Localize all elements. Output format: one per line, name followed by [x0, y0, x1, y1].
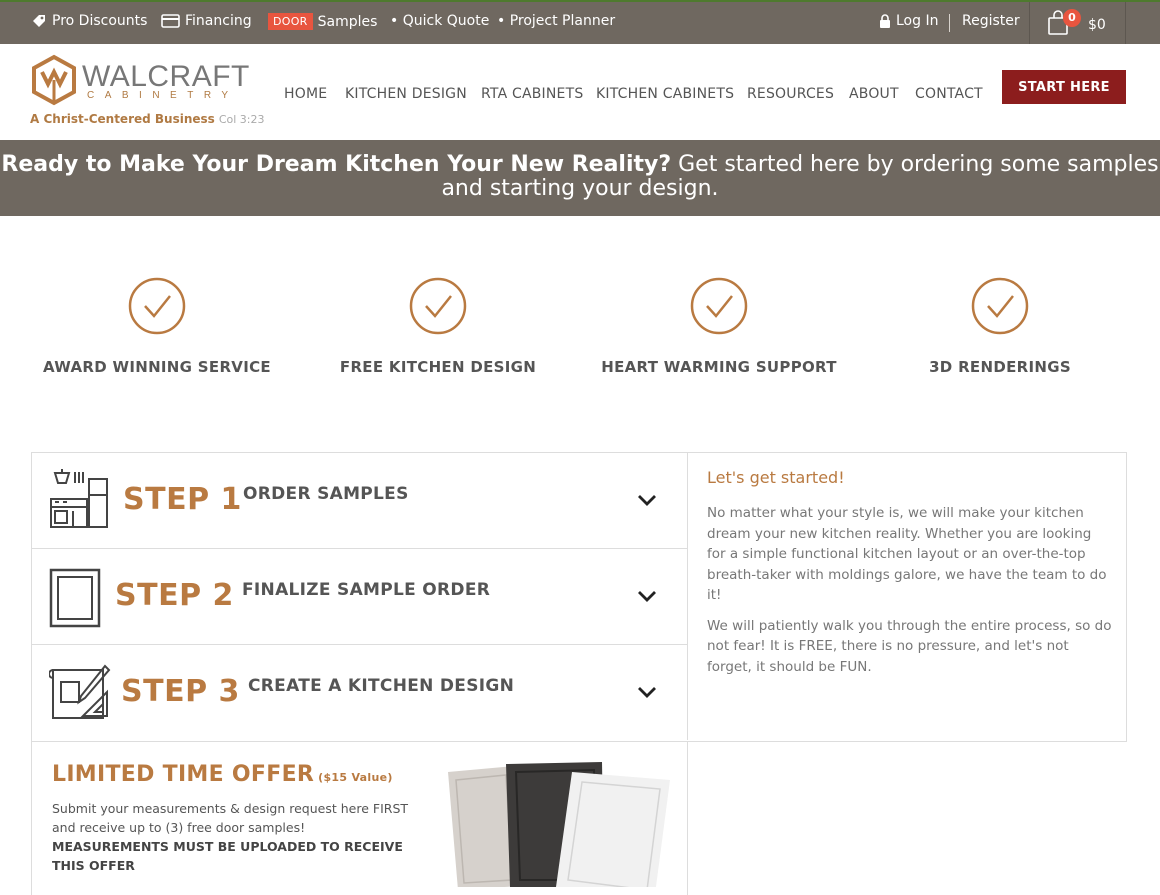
feature-item: FREE KITCHEN DESIGN	[298, 276, 578, 376]
check-circle-icon	[971, 277, 1029, 335]
step-number: STEP 1	[123, 482, 242, 517]
feature-title: 3D RENDERINGS	[929, 358, 1071, 376]
check-circle-icon	[690, 277, 748, 335]
credit-card-icon	[161, 14, 180, 28]
financing-link[interactable]: Financing	[161, 13, 252, 29]
tagline: A Christ-Centered Business Col 3:23	[30, 112, 264, 126]
door-samples-image	[448, 762, 670, 887]
cart-total-label: $0	[1088, 17, 1106, 33]
walcraft-logo-icon[interactable]	[30, 54, 78, 106]
offer-value: ($15 Value)	[318, 771, 393, 784]
limited-offer-panel: LIMITED TIME OFFER ($15 Value) Submit you…	[31, 742, 688, 895]
nav-about[interactable]: ABOUT	[849, 86, 899, 102]
check-circle-icon	[128, 277, 186, 335]
logo-wordmark[interactable]: WALCRAFT	[82, 60, 250, 94]
intro-title: Let's get started!	[707, 468, 845, 487]
offer-title: LIMITED TIME OFFER ($15 Value)	[52, 762, 393, 787]
tagline-text: A Christ-Centered Business	[30, 112, 215, 126]
pro-discounts-label: Pro Discounts	[52, 13, 148, 29]
step-2-accordion[interactable]: STEP 2 FINALIZE SAMPLE ORDER	[31, 548, 688, 644]
door-badge: DOOR	[268, 13, 313, 30]
step-3-accordion[interactable]: STEP 3 CREATE A KITCHEN DESIGN	[31, 644, 688, 740]
financing-label: Financing	[185, 13, 252, 29]
step-label: ORDER SAMPLES	[243, 484, 409, 504]
start-here-button[interactable]: START HERE	[1002, 70, 1126, 104]
register-link[interactable]: Register	[962, 13, 1020, 29]
login-link[interactable]: Log In	[879, 13, 938, 29]
feature-title: FREE KITCHEN DESIGN	[339, 358, 537, 376]
step-number: STEP 2	[115, 578, 234, 613]
feature-title: HEART WARMING SUPPORT	[601, 358, 837, 376]
feature-item: HEART WARMING SUPPORT	[579, 276, 859, 376]
nav-kitchen-cabinets[interactable]: KITCHEN CABINETS	[596, 86, 734, 102]
chevron-down-icon[interactable]	[637, 686, 657, 698]
step-label: CREATE A KITCHEN DESIGN	[248, 676, 515, 696]
chevron-down-icon[interactable]	[637, 494, 657, 506]
topbar-divider	[1029, 2, 1030, 44]
cart-total[interactable]: $0	[1088, 17, 1106, 33]
feature-item: AWARD WINNING SERVICE	[17, 276, 297, 376]
intro-panel: Let's get started! No matter what your s…	[707, 468, 1112, 687]
tag-icon	[33, 15, 45, 27]
quick-quote-label: • Quick Quote	[390, 13, 490, 29]
project-planner-label: • Project Planner	[497, 13, 616, 29]
step-number: STEP 3	[121, 674, 240, 709]
logo-subtitle: CABINETRY	[87, 90, 239, 101]
offer-description: Submit your measurements & design reques…	[52, 801, 409, 835]
topbar-separator	[949, 14, 950, 32]
project-planner-link[interactable]: • Project Planner	[497, 13, 615, 29]
door-panel-icon	[49, 568, 101, 628]
quick-quote-link[interactable]: • Quick Quote	[390, 13, 489, 29]
offer-requirement: MEASUREMENTS MUST BE UPLOADED TO RECEIVE…	[52, 839, 403, 873]
register-label: Register	[962, 13, 1020, 29]
banner-headline: Ready to Make Your Dream Kitchen Your Ne…	[1, 152, 672, 177]
door-samples-link[interactable]: DOOR Samples	[268, 13, 377, 30]
samples-label: Samples	[317, 13, 378, 30]
blueprint-icon	[49, 664, 111, 719]
nav-kitchen-design[interactable]: KITCHEN DESIGN	[345, 86, 467, 102]
intro-paragraph: No matter what your style is, we will ma…	[707, 505, 1107, 603]
check-circle-icon	[409, 277, 467, 335]
nav-contact[interactable]: CONTACT	[915, 86, 983, 102]
chevron-down-icon[interactable]	[637, 590, 657, 602]
lock-icon	[880, 14, 890, 28]
tagline-reference: Col 3:23	[218, 113, 265, 126]
step-label: FINALIZE SAMPLE ORDER	[242, 580, 491, 600]
login-label: Log In	[896, 13, 939, 29]
pro-discounts-link[interactable]: Pro Discounts	[31, 13, 147, 29]
offer-title-text: LIMITED TIME OFFER	[52, 762, 315, 787]
nav-resources[interactable]: RESOURCES	[747, 86, 834, 102]
nav-home[interactable]: HOME	[284, 86, 327, 102]
step-1-accordion[interactable]: STEP 1 ORDER SAMPLES	[31, 452, 688, 548]
feature-item: 3D RENDERINGS	[860, 276, 1140, 376]
kitchen-icon	[50, 469, 108, 528]
top-bar: Pro Discounts Financing DOOR Samples • Q…	[0, 0, 1160, 44]
nav-rta-cabinets[interactable]: RTA CABINETS	[481, 86, 583, 102]
topbar-divider	[1125, 2, 1126, 44]
hero-banner: Ready to Make Your Dream Kitchen Your Ne…	[0, 140, 1160, 216]
feature-title: AWARD WINNING SERVICE	[43, 358, 271, 376]
cart-count-badge: 0	[1063, 9, 1081, 27]
intro-paragraph: We will patiently walk you through the e…	[707, 617, 1112, 675]
